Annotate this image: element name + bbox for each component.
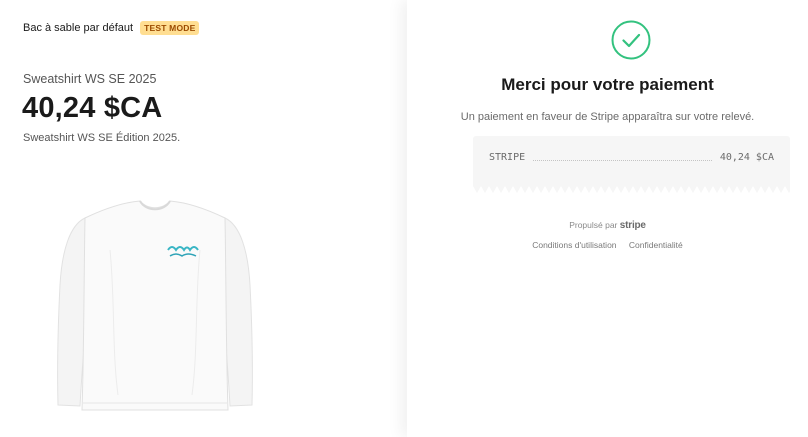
receipt-summary: STRIPE 40,24 $CA (473, 136, 790, 186)
product-price: 40,24 $CA (22, 92, 163, 124)
footer-links: Conditions d'utilisation Confidentialité (407, 240, 808, 250)
powered-by-label: Propulsé par (569, 220, 618, 230)
privacy-link[interactable]: Confidentialité (629, 240, 683, 250)
statement-notice: Un paiement en faveur de Stripe apparaît… (460, 111, 755, 123)
product-description: Sweatshirt WS SE Édition 2025. (23, 132, 181, 144)
receipt-leader-dots (533, 160, 712, 161)
sandbox-label: Bac à sable par défaut (23, 22, 134, 34)
receipt-amount: 40,24 $CA (719, 152, 774, 163)
powered-by: Propulsé par stripe (407, 220, 808, 231)
confirmation-panel (407, 0, 808, 437)
receipt-row: STRIPE 40,24 $CA (489, 152, 774, 163)
terms-link[interactable]: Conditions d'utilisation (532, 240, 616, 250)
test-mode-badge: TEST MODE (140, 21, 200, 35)
confirmation-title: Merci pour votre paiement (501, 75, 714, 94)
product-image (57, 200, 253, 411)
product-panel: Bac à sable par défaut TEST MODE Sweatsh… (0, 0, 405, 437)
sandbox-header: Bac à sable par défaut TEST MODE (23, 21, 200, 35)
check-circle-icon (611, 20, 651, 60)
receipt-torn-edge (473, 186, 790, 193)
stripe-logo[interactable]: stripe (620, 220, 646, 231)
receipt-merchant: STRIPE (489, 152, 526, 163)
product-name: Sweatshirt WS SE 2025 (23, 72, 157, 86)
